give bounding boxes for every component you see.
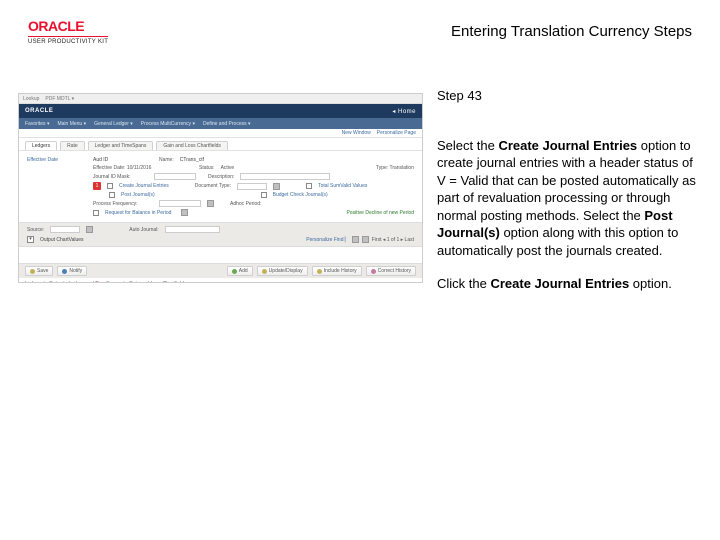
- ss-toolbar-item: PDF MDTL ▾: [45, 96, 74, 102]
- ss-label: Auto Journal:: [129, 227, 158, 233]
- instruction-paragraph-2: Click the Create Journal Entries option.: [437, 275, 702, 293]
- lookup-icon: [207, 200, 214, 207]
- ss-label: Name:: [159, 157, 174, 163]
- ss-label: Adhoc Period:: [230, 201, 261, 207]
- ss-crumb-item: Ledger: [25, 281, 41, 283]
- checkbox-icon: [93, 210, 99, 216]
- ss-create-journal-entries: Create Journal Entries: [119, 183, 169, 189]
- ss-action-bar: Save Notify Add Update/Display Include H…: [19, 263, 422, 278]
- ss-menu-item: Main Menu ▾: [57, 121, 86, 127]
- ss-oracle-bar: ORACLE ◂ Home: [19, 104, 422, 118]
- checkbox-icon: [306, 183, 312, 189]
- ss-label: Aud ID: [93, 157, 153, 163]
- ss-post-journals: Post Journal(s): [121, 192, 155, 198]
- ss-label: Document Type:: [195, 183, 231, 189]
- ss-toolbar-item: Lookup: [23, 96, 39, 102]
- oracle-logo: ORACLE: [28, 18, 84, 34]
- ss-sub-links: New Window Personalize Page: [19, 129, 422, 138]
- lookup-icon: [181, 209, 188, 216]
- ss-label: Process Frequency:: [93, 201, 153, 207]
- ss-link: Request for Balance in Period: [105, 210, 171, 216]
- ss-section-title: Output ChartValues: [40, 237, 84, 243]
- ss-link: Total SumValid Values: [318, 183, 367, 189]
- step-marker-icon: 1: [93, 182, 101, 190]
- ss-tabs: Ledgers Rate Ledger and TimeSpans Gain a…: [19, 138, 422, 151]
- lookup-icon: [273, 183, 280, 190]
- ss-input: [240, 173, 330, 180]
- ss-gray-section: Source: Auto Journal: ▾ Output ChartValu…: [19, 222, 422, 247]
- instruction-panel: Step 43 Select the Create Journal Entrie…: [437, 93, 702, 309]
- ss-input: [237, 183, 267, 190]
- view-icon: [352, 236, 359, 243]
- ss-tab: Gain and Loss Chartfields: [156, 141, 228, 150]
- instruction-paragraph-1: Select the Create Journal Entries option…: [437, 137, 702, 260]
- ss-crumb-item: Rate: [49, 281, 60, 283]
- collapse-icon: ▾: [27, 236, 34, 243]
- kit-label: USER PRODUCTIVITY KIT: [28, 36, 108, 45]
- ss-crumb-item: Gain and Loss Chartfields: [129, 281, 187, 283]
- ss-value: CTrans_ctf: [180, 157, 240, 163]
- ss-save-button: Save: [25, 266, 53, 276]
- ss-input: [159, 200, 201, 207]
- ss-label: Source:: [27, 227, 44, 233]
- ss-value: Effective Date: 10/11/2016: [93, 165, 193, 171]
- ss-browser-toolbar: Lookup PDF MDTL ▾: [19, 94, 422, 104]
- ss-menu-item: General Ledger ▾: [94, 121, 133, 127]
- ss-link: Budget Check Journal(s): [273, 192, 328, 198]
- ss-form: Effective Date Aud ID Name: CTrans_ctf E…: [19, 151, 422, 222]
- checkbox-icon: [261, 192, 267, 198]
- ss-link: Personalize Find ▏: [306, 237, 348, 243]
- ss-label: Status:: [199, 165, 215, 171]
- ss-home-link: ◂ Home: [392, 108, 416, 115]
- checkbox-icon: [109, 192, 115, 198]
- ss-label: Description:: [208, 174, 234, 180]
- download-icon: [362, 236, 369, 243]
- ss-input: [154, 173, 196, 180]
- lookup-icon: [86, 226, 93, 233]
- ss-input: [50, 226, 80, 233]
- app-screenshot: Lookup PDF MDTL ▾ ORACLE ◂ Home Favorite…: [18, 93, 423, 283]
- ss-crumb-item: Ledger and TimeSpans: [69, 281, 121, 283]
- ss-menu-item: Favorites ▾: [25, 121, 49, 127]
- ss-notify-button: Notify: [57, 266, 87, 276]
- ss-oracle-logo: ORACLE: [25, 108, 53, 114]
- ss-add-button: Add: [227, 266, 253, 276]
- ss-menu-bar: Favorites ▾ Main Menu ▾ General Ledger ▾…: [19, 118, 422, 129]
- ss-tab: Ledger and TimeSpans: [88, 141, 154, 150]
- ss-value: Active: [221, 165, 251, 171]
- ss-include-history-button: Include History: [312, 266, 362, 276]
- page-title: Entering Translation Currency Steps: [451, 23, 692, 40]
- checkbox-icon: [107, 183, 113, 189]
- ss-select: [165, 226, 220, 233]
- brand-block: ORACLE USER PRODUCTIVITY KIT: [28, 18, 108, 45]
- ss-label: Journal ID Mask:: [93, 174, 148, 180]
- ss-link: Positive Decline of new Period: [346, 210, 414, 216]
- ss-sub-link: Personalize Page: [377, 130, 416, 136]
- ss-breadcrumb: Ledger| Rate| Ledger and TimeSpans| Gain…: [19, 278, 422, 283]
- ss-update-button: Update/Display: [257, 266, 308, 276]
- ss-label: Effective Date: [27, 157, 87, 163]
- ss-correct-history-button: Correct History: [366, 266, 416, 276]
- ss-value: Type: Translation: [376, 165, 414, 171]
- step-number: Step 43: [437, 87, 702, 105]
- ss-menu-item: Process MultiCurrency ▾: [141, 121, 195, 127]
- ss-menu-item: Define and Process ▾: [203, 121, 251, 127]
- ss-sub-link: New Window: [342, 130, 371, 136]
- ss-tab: Ledgers: [25, 141, 57, 150]
- ss-pager: First ◂ 1 of 1 ▸ Last: [372, 237, 414, 243]
- ss-tab: Rate: [60, 141, 85, 150]
